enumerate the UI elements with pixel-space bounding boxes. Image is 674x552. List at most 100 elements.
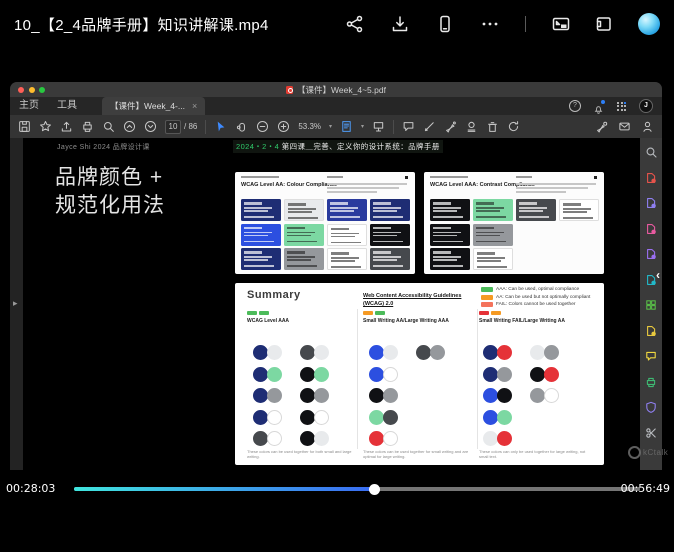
color-pair-dot: [267, 410, 282, 425]
color-swatch-card: [327, 248, 367, 270]
color-swatch-card: [370, 224, 410, 246]
apps-grid-icon: [616, 101, 627, 112]
pdf-window-title: 【课件】Week_4~5.pdf: [10, 82, 662, 97]
slide-title: 品牌颜色 + 规范化用法: [55, 164, 165, 220]
slide-heading-text: 第四课＿完善、定义你的设计系统：品牌手册: [279, 142, 439, 151]
person-icon: [641, 120, 654, 133]
color-pair-dot: [300, 345, 315, 360]
slide-credit: Jayce Shi 2024 品牌设计课: [57, 142, 150, 152]
total-time: 00:56:49: [621, 482, 670, 495]
print-production-tool-icon: [645, 375, 657, 387]
summary-caption: These colors can be used together for sm…: [363, 449, 475, 460]
phone-icon[interactable]: [435, 14, 455, 34]
color-pair-dot: [383, 410, 398, 425]
color-swatch-card: [327, 199, 367, 221]
color-pair-dot: [253, 431, 268, 446]
pdf-tabbar: 主页 工具 【课件】Week_4-... × ? J: [10, 97, 662, 115]
color-swatch-card: [241, 224, 281, 246]
current-time: 00:28:03: [6, 482, 55, 495]
document-tab: 【课件】Week_4-... ×: [102, 97, 205, 115]
notification-dot: [601, 100, 605, 104]
page-up-icon: [123, 120, 136, 133]
color-swatch-card: [430, 248, 470, 270]
page-number-input: 10: [165, 120, 181, 134]
mail-icon: [618, 120, 631, 133]
color-pair-dot: [483, 367, 498, 382]
watermark-logo-icon: [628, 446, 641, 459]
pdf-file-icon: [286, 86, 293, 94]
color-pair-dot: [253, 410, 268, 425]
color-swatch-card: [241, 248, 281, 270]
color-pair-dot: [253, 388, 268, 403]
color-pair-dot: [383, 345, 398, 360]
color-pair-dot: [483, 388, 498, 403]
color-swatch-card: [370, 248, 410, 270]
share-icon[interactable]: [345, 14, 365, 34]
color-swatch-card: [430, 224, 470, 246]
account-avatar: J: [639, 99, 653, 113]
slide-page: Jayce Shi 2024 品牌设计课 2024・2・4 第四课＿完善、定义你…: [23, 138, 640, 470]
color-pair-dot: [314, 345, 329, 360]
video-title: 10_【2_4品牌手册】知识讲解课.mp4: [14, 14, 269, 35]
color-pair-dot: [369, 345, 384, 360]
color-pair-dot: [483, 410, 498, 425]
seek-bar-fill: [74, 487, 374, 491]
color-swatch-card: [327, 224, 367, 246]
color-pair-dot: [497, 388, 512, 403]
color-pair-dot: [383, 388, 398, 403]
titlebar-divider: [525, 16, 526, 32]
share-pen-icon: [595, 120, 608, 133]
user-avatar[interactable]: [638, 13, 660, 35]
color-pair-dot: [544, 367, 559, 382]
color-pair-dot: [369, 367, 384, 382]
color-pair-dot: [369, 388, 384, 403]
seek-thumb[interactable]: [369, 484, 380, 495]
color-pair-dot: [314, 367, 329, 382]
seek-bar[interactable]: [74, 487, 640, 491]
screenshot-wcag-aa: WCAG Level AA: Colour Compliance: [235, 172, 415, 274]
color-pair-dot: [267, 431, 282, 446]
tabbar-right-icons: ? J: [569, 97, 662, 115]
playlist-drawer-chevron-icon[interactable]: ‹: [656, 268, 660, 282]
color-pair-dot: [530, 367, 545, 382]
color-pair-dot: [369, 431, 384, 446]
slide-heading-date: 2024・2・4: [236, 142, 279, 151]
color-swatch-card: [473, 248, 513, 270]
search-tool-icon: [645, 145, 657, 157]
site-watermark: kCtalk: [628, 446, 668, 459]
video-player-app: 10_【2_4品牌手册】知识讲解课.mp4 【课件】Week_4~5.pdf 主…: [0, 0, 674, 552]
color-swatch-card: [284, 224, 324, 246]
legend-chip: [481, 295, 493, 300]
color-pair-dot: [497, 345, 512, 360]
comment-tool-icon: [645, 349, 657, 361]
legend-chip: [481, 287, 493, 292]
help-icon: ?: [569, 100, 581, 112]
video-frame-pdf-window[interactable]: 【课件】Week_4~5.pdf 主页 工具 【课件】Week_4-... × …: [10, 82, 662, 470]
zoom-out-icon: [256, 120, 269, 133]
progress-row: 00:28:03 00:56:49: [0, 480, 674, 500]
color-swatch-card: [516, 199, 556, 221]
pdf-toolbar: 10 / 86 53.3% ▾ ▾: [10, 115, 662, 138]
color-swatch-card: [473, 199, 513, 221]
color-pair-dot: [416, 345, 431, 360]
pdf-content-area: ▸ Jayce Shi 2024 品牌设计课 2024・2・4 第四课＿完善、定…: [10, 138, 640, 470]
color-swatch-card: [284, 248, 324, 270]
display-icon[interactable]: [593, 14, 613, 34]
expand-panel-icon: ▸: [13, 298, 18, 309]
summary-title: Summary: [247, 289, 301, 301]
edit-pdf-tool-icon: [645, 196, 657, 208]
color-swatch-card: [473, 224, 513, 246]
comment-icon: [402, 120, 415, 133]
more-icon[interactable]: [480, 14, 500, 34]
presentation-icon: [372, 120, 385, 133]
pdf-tools-sidebar: [640, 138, 662, 470]
player-controls: 倍速 超清 字幕 查找 SVIP 选集: [0, 504, 674, 552]
legend-row: AAA: Can be used, optimal compliance: [481, 287, 590, 292]
shot-title: WCAG Level AA: Colour Compliance: [241, 182, 337, 188]
pip-icon[interactable]: [551, 14, 571, 34]
color-pair-dot: [497, 410, 512, 425]
stamp-icon: [465, 120, 478, 133]
download-icon[interactable]: [390, 14, 410, 34]
tab-home: 主页: [10, 97, 48, 115]
color-pair-dot: [497, 431, 512, 446]
